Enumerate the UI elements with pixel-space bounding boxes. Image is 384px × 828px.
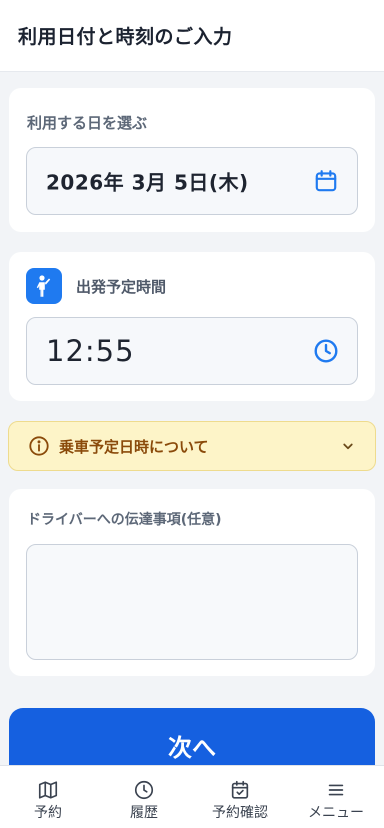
- notice-text: 乗車予定日時について: [59, 438, 209, 456]
- map-icon: [38, 781, 58, 799]
- boarding-notice-accordion[interactable]: 乗車予定日時について: [8, 421, 376, 471]
- clock-icon[interactable]: [313, 338, 339, 364]
- time-value: 12:55: [46, 334, 135, 368]
- page-title: 利用日付と時刻のご入力: [18, 26, 233, 48]
- driver-note-card: ドライバーへの伝達事項(任意): [9, 489, 375, 676]
- person-waving-icon: [26, 268, 62, 304]
- driver-note-label: ドライバーへの伝達事項(任意): [27, 512, 222, 528]
- time-picker-field[interactable]: 12:55: [26, 317, 358, 385]
- driver-note-textarea[interactable]: [26, 544, 358, 660]
- date-picker-field[interactable]: 2026年 3月 5日(木): [26, 147, 358, 215]
- tab-reserve[interactable]: 予約: [0, 766, 96, 828]
- tab-label: メニュー: [308, 805, 364, 821]
- calendar-icon[interactable]: [313, 168, 339, 194]
- time-card: 出発予定時間 12:55: [9, 252, 375, 401]
- calendar-check-icon: [231, 780, 249, 799]
- tab-history[interactable]: 履歴: [96, 766, 192, 828]
- tab-reservation-check[interactable]: 予約確認: [192, 766, 288, 828]
- clock-icon: [134, 780, 154, 800]
- time-label: 出発予定時間: [76, 278, 167, 296]
- tab-label: 予約: [34, 805, 62, 821]
- tab-menu[interactable]: メニュー: [288, 766, 384, 828]
- app-header: 利用日付と時刻のご入力: [0, 0, 384, 72]
- bottom-tab-bar: 予約 履歴 予約確認 メニュー: [0, 765, 384, 828]
- tab-label: 予約確認: [212, 805, 268, 821]
- chevron-down-icon[interactable]: [339, 437, 357, 455]
- date-card: 利用する日を選ぶ 2026年 3月 5日(木): [9, 88, 375, 232]
- tab-label: 履歴: [130, 805, 158, 821]
- date-label: 利用する日を選ぶ: [27, 114, 148, 132]
- info-icon: [29, 436, 49, 456]
- menu-icon: [328, 784, 344, 796]
- date-value: 2026年 3月 5日(木): [46, 170, 249, 195]
